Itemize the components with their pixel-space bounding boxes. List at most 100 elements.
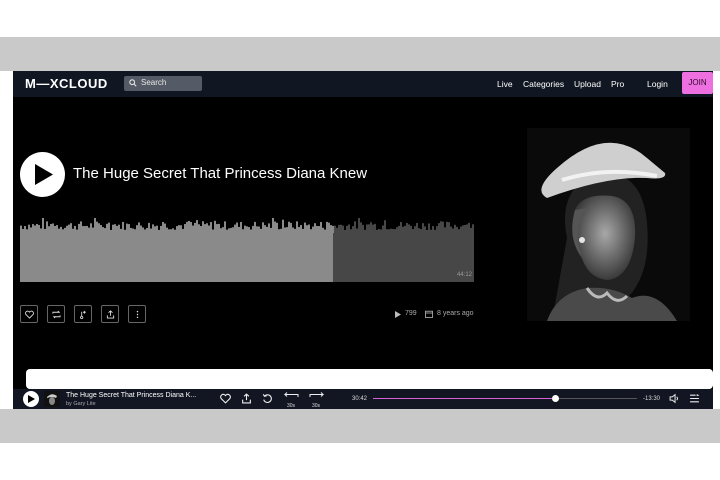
- nav-link-pro[interactable]: Pro: [611, 79, 624, 89]
- waveform-peak: [256, 226, 258, 233]
- progress-handle[interactable]: [551, 395, 559, 402]
- more-icon: [136, 310, 139, 319]
- waveform-peak: [250, 229, 252, 233]
- more-button[interactable]: [128, 305, 146, 323]
- player-artist[interactable]: by Gary Lite: [66, 401, 96, 407]
- waveform-peak: [70, 223, 72, 233]
- waveform-peak: [144, 229, 146, 233]
- waveform-played: [20, 230, 333, 282]
- player-title[interactable]: The Huge Secret That Princess Diana K...: [66, 392, 196, 399]
- login-link[interactable]: Login: [647, 79, 668, 89]
- waveform-peak: [76, 229, 78, 233]
- waveform-peak: [192, 225, 194, 233]
- waveform-peak: [74, 225, 76, 233]
- share-icon[interactable]: [241, 393, 252, 404]
- waveform-peak: [42, 218, 44, 233]
- waveform-peak: [350, 229, 352, 233]
- waveform-peak: [276, 222, 278, 233]
- waveform-peak: [374, 223, 376, 233]
- waveform-peak: [404, 225, 406, 233]
- waveform-peak: [24, 226, 26, 233]
- progress-fill: [373, 398, 556, 399]
- waveform-peak: [400, 221, 402, 233]
- waveform-peak: [28, 224, 30, 233]
- waveform-peak: [414, 226, 416, 233]
- waveform-peak: [328, 222, 330, 233]
- join-button[interactable]: JOIN: [682, 72, 713, 94]
- waveform-peak: [86, 225, 88, 233]
- waveform-peak: [356, 228, 358, 233]
- waveform-peak: [108, 222, 110, 233]
- favorite-button[interactable]: [20, 305, 38, 323]
- waveform-peak: [338, 224, 340, 233]
- waveform-peak: [366, 224, 368, 233]
- search-input[interactable]: Search: [124, 76, 202, 91]
- waveform-peak: [126, 223, 128, 233]
- waveform-peak: [146, 227, 148, 233]
- waveform-peak: [314, 223, 316, 233]
- waveform-peak: [430, 229, 432, 233]
- cover-art[interactable]: [527, 128, 690, 321]
- waveform-peak: [244, 225, 246, 233]
- waveform-peak: [408, 224, 410, 233]
- waveform-peak: [344, 229, 346, 233]
- waveform-peak: [52, 223, 54, 233]
- skip-back-icon[interactable]: [283, 392, 299, 400]
- waveform-peak: [150, 228, 152, 233]
- share-button[interactable]: [101, 305, 119, 323]
- waveform-peak: [68, 224, 70, 233]
- waveform-peak: [304, 222, 306, 233]
- share-icon: [106, 310, 115, 319]
- waveform-peak: [100, 225, 102, 233]
- waveform-peak: [220, 228, 222, 233]
- waveform-peak: [212, 229, 214, 233]
- waveform-peak: [280, 228, 282, 233]
- volume-icon[interactable]: [669, 393, 680, 404]
- waveform-peak: [466, 224, 468, 233]
- waveform-peak: [188, 220, 190, 233]
- player-thumbnail[interactable]: [44, 391, 60, 407]
- waveform-peak: [152, 224, 154, 233]
- waveform-peak: [452, 228, 454, 233]
- nav-link-upload[interactable]: Upload: [574, 79, 601, 89]
- queue-icon[interactable]: [689, 393, 700, 404]
- waveform-peak: [464, 224, 466, 233]
- waveform-peak: [306, 225, 308, 233]
- waveform-peak: [174, 229, 176, 233]
- waveform-peak: [302, 228, 304, 233]
- content-card: [26, 369, 713, 389]
- waveform-peak: [62, 229, 64, 233]
- waveform-peak: [120, 228, 122, 233]
- waveform-peak: [30, 227, 32, 233]
- waveform-peak: [294, 228, 296, 233]
- nav-link-categories[interactable]: Categories: [523, 79, 564, 89]
- waveform-peak: [412, 229, 414, 233]
- repost-button[interactable]: [47, 305, 65, 323]
- waveform-peak: [106, 223, 108, 233]
- player-progress-bar[interactable]: [373, 395, 637, 402]
- posted-date: 8 years ago: [437, 310, 474, 317]
- waveform-peak: [130, 227, 132, 233]
- waveform-peak: [316, 225, 318, 233]
- waveform-peak: [80, 221, 82, 233]
- skip-forward-icon[interactable]: [309, 392, 325, 400]
- waveform-peak: [382, 225, 384, 233]
- waveform[interactable]: [20, 218, 474, 282]
- waveform-peak: [208, 225, 210, 233]
- replay-icon[interactable]: [262, 393, 273, 404]
- waveform-peak: [418, 228, 420, 233]
- waveform-peak: [66, 225, 68, 233]
- play-icon: [35, 164, 53, 185]
- waveform-peak: [278, 229, 280, 233]
- waveform-peak: [64, 227, 66, 233]
- logo[interactable]: M—XCLOUD: [25, 76, 108, 91]
- play-button[interactable]: [20, 152, 65, 197]
- waveform-peak: [196, 220, 198, 233]
- nav-link-live[interactable]: Live: [497, 79, 513, 89]
- add-to-playlist-button[interactable]: [74, 305, 92, 323]
- waveform-peak: [422, 223, 424, 233]
- waveform-peak: [428, 223, 430, 233]
- waveform-peak: [50, 223, 52, 233]
- heart-icon[interactable]: [220, 393, 231, 404]
- player-play-button[interactable]: [23, 391, 39, 407]
